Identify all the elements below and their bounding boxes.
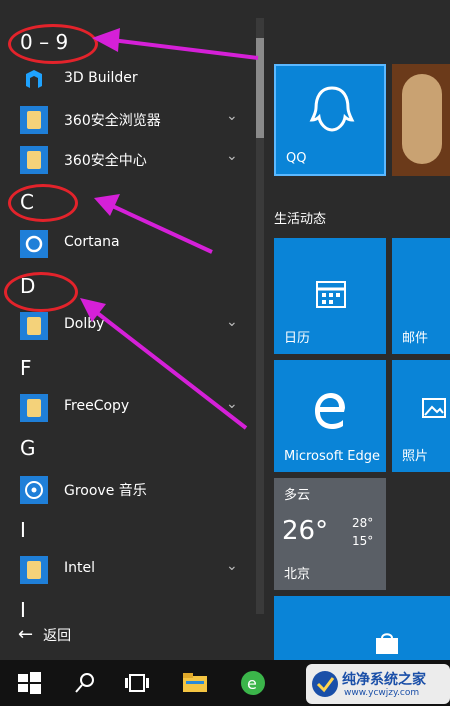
annotation-arrows <box>80 28 259 430</box>
annotation-arrow-0-9 <box>111 38 259 60</box>
watermark: 纯净系统之家 www.ycwjzy.com <box>306 664 450 704</box>
watermark-url: www.ycwjzy.com <box>344 688 420 698</box>
watermark-title: 纯净系统之家 <box>342 672 426 688</box>
watermark-logo <box>312 671 338 697</box>
annotation-arrow-c <box>107 202 213 254</box>
annotation-arrow-d <box>94 310 248 430</box>
